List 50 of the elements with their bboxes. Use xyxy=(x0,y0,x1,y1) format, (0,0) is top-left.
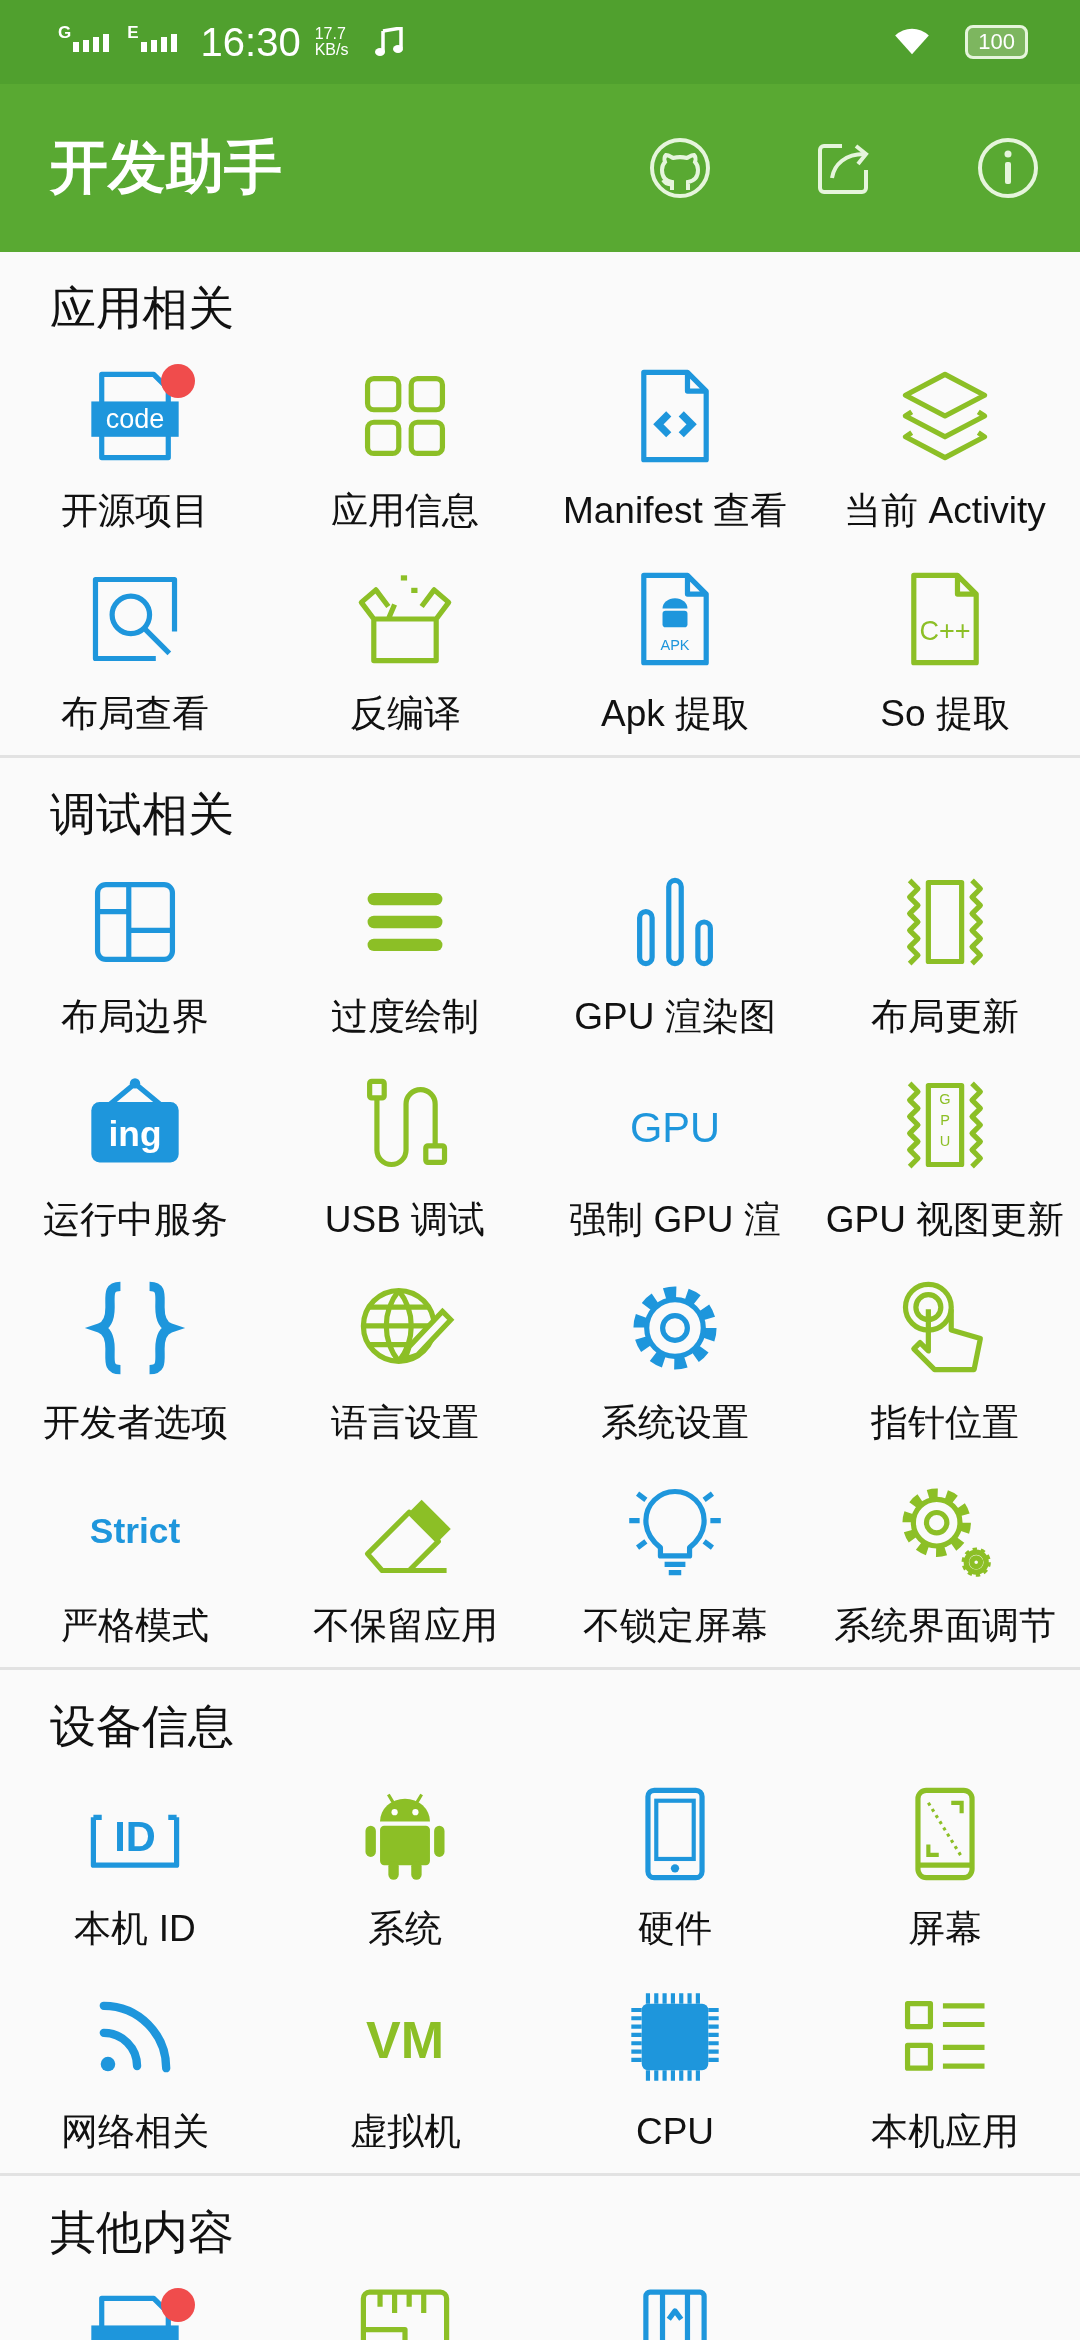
strict-icon: Strict xyxy=(83,1479,187,1583)
tool-button[interactable]: Strict 严格模式 xyxy=(0,1475,270,1665)
tool-button[interactable]: APK Apk 提取 xyxy=(540,563,810,753)
section-title: 调试相关 xyxy=(49,787,235,842)
tool-button[interactable]: Manifest 查看 xyxy=(540,360,810,550)
tool-button[interactable]: 系统界面调节 xyxy=(810,1475,1080,1665)
tool-button[interactable]: ID 本机 ID xyxy=(0,1778,270,1968)
music-note-icon xyxy=(374,27,405,57)
network-type: E xyxy=(127,24,139,41)
network-speed: 17.7 xyxy=(314,26,347,42)
github-button[interactable] xyxy=(648,136,712,200)
tool-button[interactable]: 开发者选项 xyxy=(0,1272,270,1462)
app-title: 开发助手 xyxy=(50,133,282,201)
tool-button[interactable]: 不保留应用 xyxy=(270,1475,540,1665)
tool-button[interactable]: code 开源项目 xyxy=(0,360,270,550)
tool-button[interactable]: 布局边界 xyxy=(0,866,270,1056)
clock: 16:30 xyxy=(200,19,301,65)
tool-button[interactable]: GPU 渲染图 xyxy=(540,866,810,1056)
tool-button[interactable]: VM 虚拟机 xyxy=(270,1981,540,2171)
tool-button[interactable]: C++ So 提取 xyxy=(810,563,1080,753)
tool-button[interactable]: 反编译 xyxy=(270,563,540,753)
tool-button[interactable]: 语言设置 xyxy=(270,1272,540,1462)
tool-button[interactable]: 硬件 xyxy=(540,1778,810,1968)
wifi-icon xyxy=(893,28,932,56)
speed-unit: KB/s xyxy=(314,42,349,58)
tool-button[interactable]: GPU 强制 GPU 渲 xyxy=(540,1069,810,1259)
tool-button[interactable]: 不锁定屏幕 xyxy=(540,1475,810,1665)
tool-button[interactable]: 布局更新 xyxy=(810,866,1080,1056)
tool-button[interactable]: 屏幕 xyxy=(810,1778,1080,1968)
info-button[interactable] xyxy=(976,136,1040,200)
tool-button[interactable]: 过度绘制 xyxy=(270,866,540,1056)
tool-button[interactable]: CPU xyxy=(540,1981,810,2171)
section-title: 设备信息 xyxy=(49,1699,235,1754)
gpu-icon: GPU xyxy=(623,1073,727,1177)
vm-icon: VM xyxy=(353,1985,457,2089)
tool-button[interactable]: ing 运行中服务 xyxy=(0,1069,270,1259)
tool-button[interactable]: 本机应用 xyxy=(810,1981,1080,2171)
tool-button[interactable]: 网络相关 xyxy=(0,1981,270,2171)
tool-button[interactable]: GPU GPU 视图更新 xyxy=(810,1069,1080,1259)
tool-button[interactable]: 系统 xyxy=(270,1778,540,1968)
section-title: 其他内容 xyxy=(49,2205,235,2260)
network-type: G xyxy=(58,24,72,41)
tool-button[interactable]: 指针位置 xyxy=(810,1272,1080,1462)
section-title: 应用相关 xyxy=(49,281,235,336)
tool-button[interactable]: 布局查看 xyxy=(0,563,270,753)
battery-indicator: 100 xyxy=(965,25,1028,59)
tool-button[interactable]: 系统设置 xyxy=(540,1272,810,1462)
tool-button[interactable]: 当前 Activity xyxy=(810,360,1080,550)
tool-button[interactable]: 应用信息 xyxy=(270,360,540,550)
tool-button[interactable]: USB 调试 xyxy=(270,1069,540,1259)
